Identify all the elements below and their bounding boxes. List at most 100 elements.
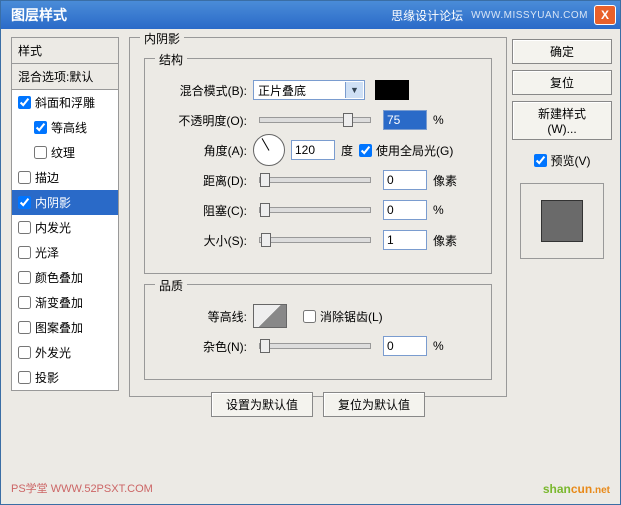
blend-mode-select[interactable]: 正片叠底 ▼ <box>253 80 365 100</box>
style-label: 等高线 <box>51 119 87 136</box>
panel-title: 内阴影 <box>140 30 184 47</box>
style-item-drop-shadow[interactable]: 投影 <box>12 365 118 390</box>
style-item-gradient-overlay[interactable]: 渐变叠加 <box>12 290 118 315</box>
slider-thumb[interactable] <box>260 173 270 187</box>
quality-legend: 品质 <box>155 277 187 294</box>
style-item-inner-glow[interactable]: 内发光 <box>12 215 118 240</box>
angle-input[interactable]: 120 <box>291 140 335 160</box>
style-check-gradient-overlay[interactable] <box>18 296 31 309</box>
antialias-check[interactable]: 消除锯齿(L) <box>303 308 383 325</box>
ok-button[interactable]: 确定 <box>512 39 612 64</box>
contour-row: 等高线: 消除锯齿(L) <box>159 305 477 327</box>
distance-row: 距离(D): 0 像素 <box>159 169 477 191</box>
watermark-left: PS学堂 WWW.52PSXT.COM <box>11 480 153 496</box>
style-label: 图案叠加 <box>35 319 83 336</box>
size-slider[interactable] <box>259 237 371 243</box>
noise-unit: % <box>433 339 463 353</box>
slider-thumb[interactable] <box>343 113 353 127</box>
style-label: 内发光 <box>35 219 71 236</box>
choke-input[interactable]: 0 <box>383 200 427 220</box>
color-swatch[interactable] <box>375 80 409 100</box>
style-item-texture[interactable]: 纹理 <box>12 140 118 165</box>
size-label: 大小(S): <box>159 232 247 249</box>
center-panel: 内阴影 结构 混合模式(B): 正片叠底 ▼ 不透明度(O): <box>129 37 507 492</box>
forum-label: 思缘设计论坛 <box>391 7 463 24</box>
reset-default-button[interactable]: 复位为默认值 <box>323 392 425 417</box>
close-icon: X <box>601 8 609 22</box>
angle-label: 角度(A): <box>159 142 247 159</box>
angle-dial[interactable] <box>253 134 285 166</box>
styles-header[interactable]: 样式 <box>12 38 118 64</box>
style-item-bevel[interactable]: 斜面和浮雕 <box>12 90 118 115</box>
global-light-check[interactable]: 使用全局光(G) <box>359 142 453 159</box>
noise-label: 杂色(N): <box>159 338 247 355</box>
layer-style-dialog: 图层样式 思缘设计论坛 WWW.MISSYUAN.COM X 样式 混合选项:默… <box>0 0 621 505</box>
size-input[interactable]: 1 <box>383 230 427 250</box>
opacity-input[interactable]: 75 <box>383 110 427 130</box>
style-item-pattern-overlay[interactable]: 图案叠加 <box>12 315 118 340</box>
distance-slider[interactable] <box>259 177 371 183</box>
blend-options-header[interactable]: 混合选项:默认 <box>12 64 118 90</box>
opacity-unit: % <box>433 113 463 127</box>
blend-mode-row: 混合模式(B): 正片叠底 ▼ <box>159 79 477 101</box>
style-item-contour[interactable]: 等高线 <box>12 115 118 140</box>
opacity-label: 不透明度(O): <box>159 112 247 129</box>
distance-unit: 像素 <box>433 172 463 189</box>
angle-unit: 度 <box>341 142 353 159</box>
styles-list: 样式 混合选项:默认 斜面和浮雕 等高线 纹理 描边 内阴影 内发光 光泽 颜色… <box>11 37 119 391</box>
style-item-outer-glow[interactable]: 外发光 <box>12 340 118 365</box>
contour-picker[interactable] <box>253 304 287 328</box>
style-item-color-overlay[interactable]: 颜色叠加 <box>12 265 118 290</box>
preview-check[interactable]: 预览(V) <box>512 152 612 169</box>
choke-slider[interactable] <box>259 207 371 213</box>
style-check-stroke[interactable] <box>18 171 31 184</box>
blend-mode-value: 正片叠底 <box>258 82 306 99</box>
style-item-inner-shadow[interactable]: 内阴影 <box>12 190 118 215</box>
style-check-bevel[interactable] <box>18 96 31 109</box>
preview-box <box>520 183 604 259</box>
set-default-button[interactable]: 设置为默认值 <box>211 392 313 417</box>
contour-label: 等高线: <box>159 308 247 325</box>
style-check-color-overlay[interactable] <box>18 271 31 284</box>
slider-thumb[interactable] <box>260 203 270 217</box>
titlebar: 图层样式 思缘设计论坛 WWW.MISSYUAN.COM X <box>1 1 620 29</box>
style-label: 颜色叠加 <box>35 269 83 286</box>
style-check-contour[interactable] <box>34 121 47 134</box>
style-item-satin[interactable]: 光泽 <box>12 240 118 265</box>
distance-input[interactable]: 0 <box>383 170 427 190</box>
structure-group: 结构 混合模式(B): 正片叠底 ▼ 不透明度(O): 75 % <box>144 58 492 274</box>
style-check-pattern-overlay[interactable] <box>18 321 31 334</box>
angle-needle <box>262 138 270 151</box>
noise-row: 杂色(N): 0 % <box>159 335 477 357</box>
style-label: 光泽 <box>35 244 59 261</box>
preview-swatch <box>541 200 583 242</box>
style-check-inner-glow[interactable] <box>18 221 31 234</box>
inner-shadow-group: 内阴影 结构 混合模式(B): 正片叠底 ▼ 不透明度(O): <box>129 37 507 397</box>
dialog-body: 样式 混合选项:默认 斜面和浮雕 等高线 纹理 描边 内阴影 内发光 光泽 颜色… <box>1 29 620 504</box>
reset-button[interactable]: 复位 <box>512 70 612 95</box>
distance-label: 距离(D): <box>159 172 247 189</box>
style-check-outer-glow[interactable] <box>18 346 31 359</box>
forum-url: WWW.MISSYUAN.COM <box>471 10 588 21</box>
slider-thumb[interactable] <box>261 233 271 247</box>
size-unit: 像素 <box>433 232 463 249</box>
watermark-right: shancun.net <box>543 477 610 498</box>
choke-unit: % <box>433 203 463 217</box>
right-panel: 确定 复位 新建样式(W)... 预览(V) <box>512 39 612 259</box>
chevron-down-icon: ▼ <box>345 82 363 98</box>
style-check-satin[interactable] <box>18 246 31 259</box>
style-check-texture[interactable] <box>34 146 47 159</box>
new-style-button[interactable]: 新建样式(W)... <box>512 101 612 140</box>
style-check-inner-shadow[interactable] <box>18 196 31 209</box>
style-label: 外发光 <box>35 344 71 361</box>
opacity-slider[interactable] <box>259 117 371 123</box>
style-check-drop-shadow[interactable] <box>18 371 31 384</box>
quality-group: 品质 等高线: 消除锯齿(L) 杂色(N): 0 % <box>144 284 492 380</box>
opacity-row: 不透明度(O): 75 % <box>159 109 477 131</box>
structure-legend: 结构 <box>155 51 187 68</box>
noise-slider[interactable] <box>259 343 371 349</box>
noise-input[interactable]: 0 <box>383 336 427 356</box>
slider-thumb[interactable] <box>260 339 270 353</box>
style-item-stroke[interactable]: 描边 <box>12 165 118 190</box>
close-button[interactable]: X <box>594 5 616 25</box>
